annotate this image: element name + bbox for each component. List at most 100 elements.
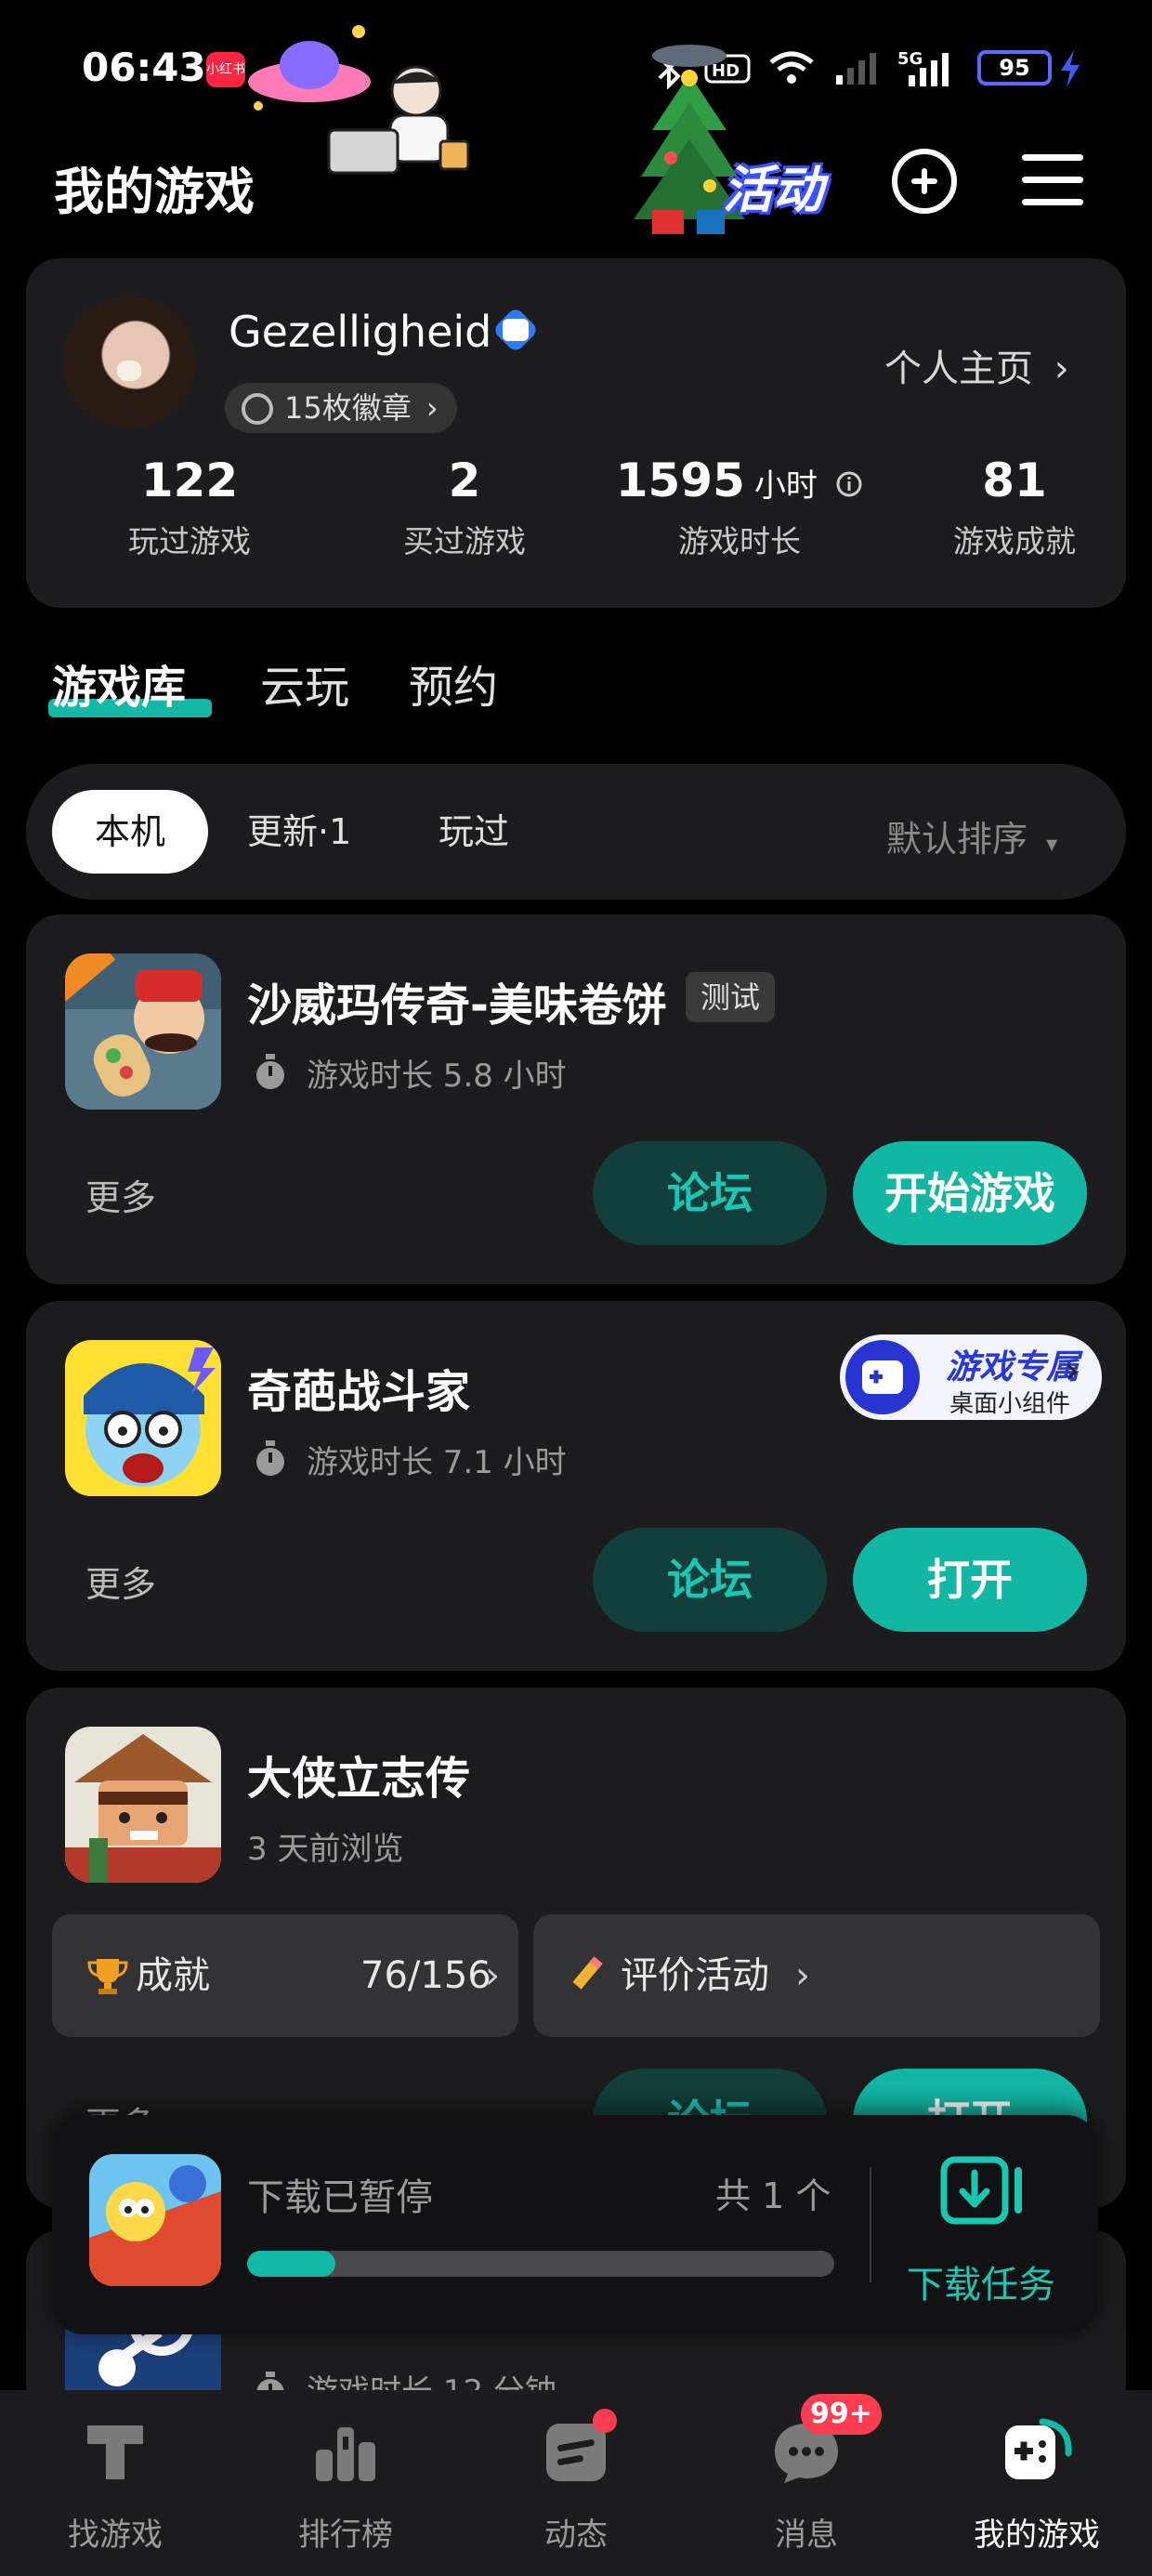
person-laptop-sticker-icon <box>327 65 470 175</box>
notification-dot <box>593 2409 617 2433</box>
sort-dropdown[interactable]: 默认排序 ▾ <box>886 810 1057 861</box>
pencil-icon <box>569 1956 603 1992</box>
my-games-icon <box>1005 2418 1072 2479</box>
achievements-label: 成就 <box>136 1954 210 1997</box>
widget-subtitle: 桌面小组件 <box>949 1390 1071 1418</box>
avatar[interactable] <box>63 296 195 427</box>
download-status: 下载已暂停 <box>247 2176 433 2219</box>
game-card[interactable]: 奇葩战斗家 游戏时长 7.1 小时 游戏专属 桌面小组件 › 更多 论坛 打开 <box>26 1301 1126 1671</box>
stat-value: 122 <box>140 453 239 507</box>
stat-bought-games[interactable]: 2 买过游戏 <box>327 453 602 561</box>
download-progress-bar <box>247 2251 834 2277</box>
stat-play-time[interactable]: 1595 小时 游戏时长 <box>602 453 877 561</box>
signal-5g-icon: 5G <box>897 49 949 86</box>
chevron-right-icon: › <box>1054 348 1069 390</box>
stat-label: 游戏时长 <box>678 523 801 559</box>
forum-button[interactable]: 论坛 <box>593 1528 827 1632</box>
trophy-icon <box>87 1959 128 1994</box>
download-progress-fill <box>247 2251 335 2277</box>
nav-label: 我的游戏 <box>974 2517 1100 2554</box>
nav-leaderboard[interactable]: 排行榜 <box>230 2390 461 2576</box>
bottom-nav: 找游戏 排行榜 动态 99+ 消息 我的游戏 <box>0 2390 1152 2576</box>
game-card[interactable]: 沙威玛传奇-美味卷饼 测试 游戏时长 5.8 小时 更多 论坛 开始游戏 <box>26 914 1126 1284</box>
signal-1-icon <box>836 53 876 85</box>
svg-text:5G: 5G <box>897 49 923 69</box>
medal-icon <box>242 393 273 425</box>
play-time: 游戏时长 7.1 小时 <box>307 1444 567 1481</box>
test-tag: 测试 <box>686 972 776 1022</box>
filter-local[interactable]: 本机 <box>52 790 208 874</box>
status-time: 06:43 <box>82 45 206 90</box>
more-button[interactable]: 更多 <box>85 1556 156 1607</box>
activity-label[interactable]: 活动 <box>723 149 823 222</box>
achievements-progress: 76/156 <box>360 1954 491 1997</box>
game-icon-fighter[interactable] <box>65 1340 221 1496</box>
username: Gezelligheid <box>229 307 492 357</box>
add-button[interactable] <box>892 149 957 214</box>
game-title: 大侠立志传 <box>247 1753 471 1805</box>
nav-label: 消息 <box>775 2517 838 2554</box>
profile-stats: 122 玩过游戏 2 买过游戏 1595 小时 游戏时长 81 游戏成就 <box>26 453 1126 584</box>
sort-label: 默认排序 <box>886 819 1028 860</box>
chevron-right-icon: › <box>425 390 439 426</box>
menu-icon[interactable] <box>1022 154 1083 206</box>
status-bar: 06:43 小红书 HD 5G 95 <box>0 0 1152 175</box>
tab-cloud-play[interactable]: 云玩 <box>260 651 349 716</box>
filter-played[interactable]: 玩过 <box>439 790 509 874</box>
stat-label: 游戏成就 <box>953 523 1076 559</box>
stat-value: 2 <box>448 453 481 507</box>
nav-feed[interactable]: 动态 <box>461 2390 691 2576</box>
stat-played-games[interactable]: 122 玩过游戏 <box>52 453 327 561</box>
profile-card[interactable]: Gezelligheid 15枚徽章 › 个人主页 › 122 玩过游戏 2 买… <box>26 258 1126 608</box>
widget-title: 游戏专属 <box>946 1348 1080 1387</box>
nav-label: 找游戏 <box>68 2517 163 2554</box>
nav-find-games[interactable]: 找游戏 <box>0 2390 230 2576</box>
stopwatch-icon <box>256 1054 284 1089</box>
download-count: 共 1 个 <box>715 2175 831 2216</box>
last-browsed: 3 天前浏览 <box>247 1831 404 1868</box>
nav-label: 排行榜 <box>298 2517 393 2554</box>
game-icon-shawarma[interactable] <box>65 953 221 1110</box>
chevron-right-icon: › <box>485 1954 500 1997</box>
more-button[interactable]: 更多 <box>85 1169 156 1220</box>
chevron-right-icon: › <box>795 1954 810 1997</box>
find-games-icon <box>87 2425 143 2479</box>
message-count-badge: 99+ <box>801 2394 882 2435</box>
download-panel[interactable]: 下载已暂停 共 1 个 下载任务 <box>52 2115 1098 2334</box>
nav-messages[interactable]: 99+ 消息 <box>691 2390 922 2576</box>
achievements-chip[interactable]: 成就 76/156 › <box>52 1914 518 2037</box>
badges-count: 15枚徽章 <box>284 390 412 426</box>
filter-updates[interactable]: 更新·1 <box>247 790 351 874</box>
filter-bar: 本机 更新·1 玩过 默认排序 ▾ <box>26 764 1126 900</box>
homepage-label: 个人主页 <box>884 348 1033 390</box>
forum-button[interactable]: 论坛 <box>593 1141 827 1245</box>
nav-label: 动态 <box>544 2517 608 2554</box>
dropdown-arrow-icon: ▾ <box>1046 831 1058 857</box>
stat-achievements[interactable]: 81 游戏成就 <box>877 453 1152 561</box>
homepage-link[interactable]: 个人主页 › <box>884 338 1069 392</box>
stat-label: 买过游戏 <box>403 523 526 559</box>
game-title: 奇葩战斗家 <box>247 1366 471 1418</box>
stat-label: 玩过游戏 <box>128 523 251 559</box>
charging-icon <box>1061 50 1080 87</box>
page-title: 我的游戏 <box>54 163 255 221</box>
download-tasks-icon[interactable] <box>940 2154 1029 2232</box>
stat-value: 81 <box>982 453 1047 507</box>
battery-level: 95 <box>999 55 1030 81</box>
game-title: 沙威玛传奇-美味卷饼 <box>247 979 667 1032</box>
game-icon-swordsman[interactable] <box>65 1727 221 1883</box>
open-button[interactable]: 打开 <box>853 1528 1087 1632</box>
tab-game-library[interactable]: 游戏库 <box>52 651 186 716</box>
stat-value: 1595 <box>615 453 745 507</box>
gamepad-badge-icon <box>503 319 529 341</box>
nav-my-games[interactable]: 我的游戏 <box>922 2390 1152 2576</box>
download-tasks-label[interactable]: 下载任务 <box>907 2254 1055 2308</box>
widget-gamepad-icon <box>845 1340 920 1414</box>
chevron-right-icon: › <box>1065 1349 1080 1392</box>
start-game-button[interactable]: 开始游戏 <box>853 1141 1087 1245</box>
info-icon[interactable] <box>835 470 863 498</box>
tab-reservations[interactable]: 预约 <box>409 651 498 716</box>
review-activity-label: 评价活动 <box>621 1954 769 1997</box>
review-activity-chip[interactable]: 评价活动 › <box>533 1914 1100 2037</box>
play-time: 游戏时长 5.8 小时 <box>307 1058 567 1095</box>
